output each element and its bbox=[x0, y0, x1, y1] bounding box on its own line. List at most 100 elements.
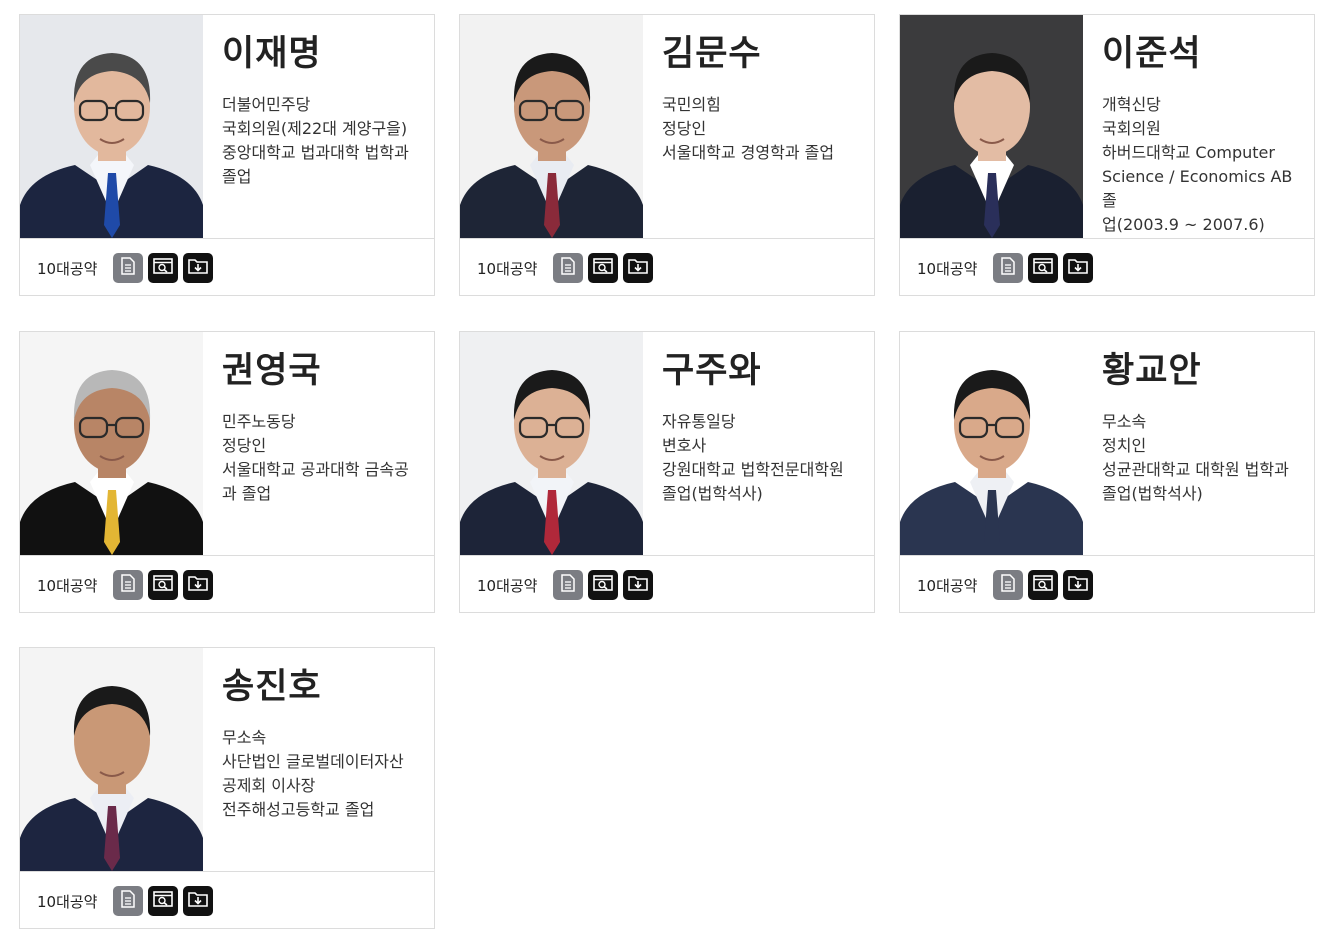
download-button[interactable] bbox=[623, 570, 653, 600]
candidate-info: 이준석 개혁신당국회의원하버드대학교 Computer Science / Eco… bbox=[1102, 33, 1302, 237]
candidate-name: 이재명 bbox=[222, 34, 322, 74]
preview-button[interactable] bbox=[588, 253, 618, 283]
candidate-info-line: 무소속 bbox=[1102, 412, 1147, 431]
download-button[interactable] bbox=[183, 886, 213, 916]
candidate-card: 이준석 개혁신당국회의원하버드대학교 Computer Science / Eco… bbox=[899, 14, 1315, 296]
candidate-card: 권영국 민주노동당 정당인 서울대학교 공과대학 금속공 과 졸업 10대공약 bbox=[19, 331, 435, 613]
document-list-icon bbox=[561, 257, 575, 279]
candidate-photo bbox=[460, 332, 643, 555]
download-button[interactable] bbox=[1063, 570, 1093, 600]
candidate-card: 김문수 국민의힘정당인서울대학교 경영학과 졸업 10대공약 bbox=[459, 14, 875, 296]
candidate-info-line: 서울대학교 경영학과 졸업 bbox=[662, 143, 835, 162]
card-footer: 10대공약 bbox=[460, 238, 874, 295]
download-folder-icon bbox=[628, 258, 648, 278]
candidate-info-line: 정치인 bbox=[1102, 436, 1147, 455]
preview-button[interactable] bbox=[148, 253, 178, 283]
candidate-photo bbox=[20, 332, 203, 555]
view-document-button[interactable] bbox=[113, 886, 143, 916]
document-list-icon bbox=[1001, 574, 1015, 596]
candidate-info-line: 졸업(법학석사) bbox=[662, 484, 763, 503]
candidate-info-line: 성균관대학교 대학원 법학과 bbox=[1102, 460, 1289, 479]
candidate-info: 황교안 무소속정치인성균관대학교 대학원 법학과졸업(법학석사) bbox=[1102, 350, 1302, 506]
candidate-info-line: 변호사 bbox=[662, 436, 707, 455]
document-list-icon bbox=[121, 574, 135, 596]
candidate-info-line: 무소속 bbox=[222, 728, 267, 747]
view-document-button[interactable] bbox=[993, 570, 1023, 600]
pledge-label: 10대공약 bbox=[37, 260, 98, 278]
candidate-card: 이재명 더불어민주당국회의원(제22대 계양구을) 중앙대학교 법과대학 법학과졸… bbox=[19, 14, 435, 296]
download-button[interactable] bbox=[183, 253, 213, 283]
candidate-info-line: 사단법인 글로벌데이터자산 bbox=[222, 752, 404, 771]
card-footer: 10대공약 bbox=[20, 238, 434, 295]
candidate-info-line: 정당인 bbox=[662, 119, 707, 138]
candidate-photo bbox=[20, 648, 203, 871]
candidate-card: 송진호 무소속 사단법인 글로벌데이터자산 공제회 이사장 전주해성고등학교 졸업 1… bbox=[19, 647, 435, 929]
candidate-info: 권영국 민주노동당 정당인 서울대학교 공과대학 금속공 과 졸업 bbox=[222, 350, 422, 506]
view-document-button[interactable] bbox=[113, 253, 143, 283]
view-document-button[interactable] bbox=[993, 253, 1023, 283]
candidate-info-line: 국회의원 bbox=[1102, 119, 1161, 138]
card-footer: 10대공약 bbox=[900, 238, 1314, 295]
preview-button[interactable] bbox=[148, 570, 178, 600]
download-button[interactable] bbox=[1063, 253, 1093, 283]
card-footer: 10대공약 bbox=[460, 555, 874, 612]
view-document-button[interactable] bbox=[553, 253, 583, 283]
candidate-info-line: 전주해성고등학교 졸업 bbox=[222, 800, 375, 819]
download-folder-icon bbox=[188, 258, 208, 278]
preview-search-icon bbox=[1033, 575, 1053, 595]
card-footer: 10대공약 bbox=[20, 871, 434, 928]
candidate-name: 구주와 bbox=[662, 351, 762, 391]
candidate-info-line: 서울대학교 공과대학 금속공 bbox=[222, 460, 409, 479]
candidate-info: 송진호 무소속 사단법인 글로벌데이터자산 공제회 이사장 전주해성고등학교 졸업 bbox=[222, 666, 422, 822]
view-document-button[interactable] bbox=[553, 570, 583, 600]
candidate-name: 권영국 bbox=[222, 351, 322, 391]
preview-button[interactable] bbox=[588, 570, 618, 600]
candidate-info: 이재명 더불어민주당국회의원(제22대 계양구을) 중앙대학교 법과대학 법학과졸… bbox=[222, 33, 422, 189]
pledge-label: 10대공약 bbox=[477, 260, 538, 278]
candidate-info-line: 업(2003.9 ~ 2007.6) bbox=[1102, 215, 1265, 234]
pledge-label: 10대공약 bbox=[37, 893, 98, 911]
candidate-info-line: 자유통일당 bbox=[662, 412, 736, 431]
candidate-name: 이준석 bbox=[1102, 34, 1202, 74]
candidate-info-line: 개혁신당 bbox=[1102, 95, 1161, 114]
candidate-info-line: 과 졸업 bbox=[222, 484, 272, 503]
preview-search-icon bbox=[593, 575, 613, 595]
card-footer: 10대공약 bbox=[900, 555, 1314, 612]
preview-search-icon bbox=[153, 891, 173, 911]
card-footer: 10대공약 bbox=[20, 555, 434, 612]
pledge-label: 10대공약 bbox=[37, 577, 98, 595]
download-folder-icon bbox=[1068, 575, 1088, 595]
preview-button[interactable] bbox=[1028, 253, 1058, 283]
candidate-info-line: 졸업 bbox=[222, 167, 252, 186]
preview-search-icon bbox=[1033, 258, 1053, 278]
candidate-info-line: 중앙대학교 법과대학 법학과 bbox=[222, 143, 409, 162]
candidate-name: 황교안 bbox=[1102, 351, 1202, 391]
candidate-card: 구주와 자유통일당변호사강원대학교 법학전문대학원졸업(법학석사) 10대공약 bbox=[459, 331, 875, 613]
candidate-card: 황교안 무소속정치인성균관대학교 대학원 법학과졸업(법학석사) 10대공약 bbox=[899, 331, 1315, 613]
preview-search-icon bbox=[153, 258, 173, 278]
candidate-info-line: 졸업(법학석사) bbox=[1102, 484, 1203, 503]
download-button[interactable] bbox=[183, 570, 213, 600]
preview-search-icon bbox=[593, 258, 613, 278]
candidate-photo bbox=[900, 15, 1083, 238]
candidate-name: 김문수 bbox=[662, 34, 762, 74]
preview-button[interactable] bbox=[148, 886, 178, 916]
candidate-photo bbox=[460, 15, 643, 238]
download-button[interactable] bbox=[623, 253, 653, 283]
pledge-label: 10대공약 bbox=[917, 260, 978, 278]
download-folder-icon bbox=[188, 891, 208, 911]
candidate-info-line: 하버드대학교 Computer bbox=[1102, 143, 1275, 162]
candidate-info-line: 더불어민주당 bbox=[222, 95, 311, 114]
preview-button[interactable] bbox=[1028, 570, 1058, 600]
candidate-info-line: Science / Economics AB 졸 bbox=[1102, 167, 1293, 210]
view-document-button[interactable] bbox=[113, 570, 143, 600]
document-list-icon bbox=[561, 574, 575, 596]
candidate-info-line: 강원대학교 법학전문대학원 bbox=[662, 460, 844, 479]
candidate-info-line: 정당인 bbox=[222, 436, 267, 455]
pledge-label: 10대공약 bbox=[477, 577, 538, 595]
candidate-photo bbox=[900, 332, 1083, 555]
candidate-info-line: 국민의힘 bbox=[662, 95, 721, 114]
document-list-icon bbox=[121, 257, 135, 279]
pledge-label: 10대공약 bbox=[917, 577, 978, 595]
candidate-info-line: 국회의원(제22대 계양구을) bbox=[222, 119, 408, 138]
